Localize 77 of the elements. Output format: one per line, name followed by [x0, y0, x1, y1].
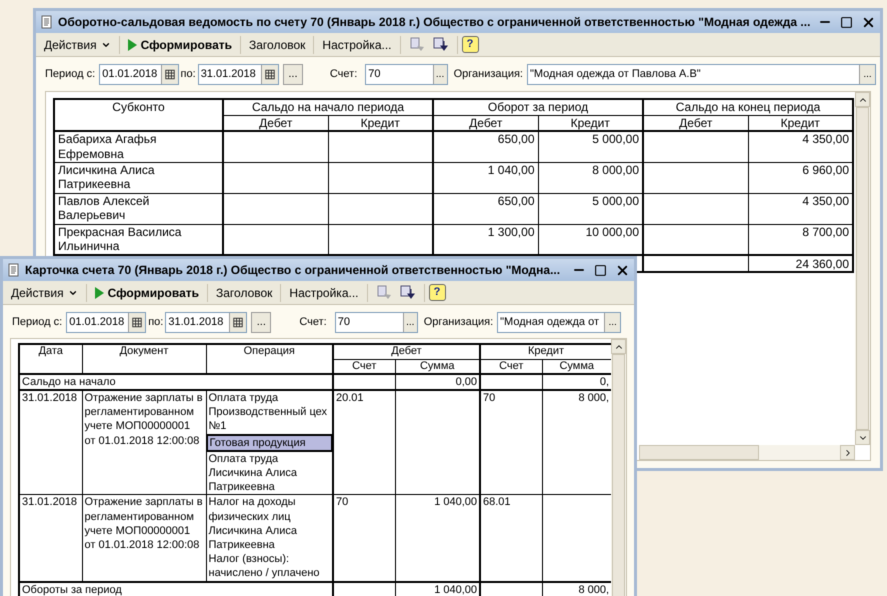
table-cell: 4 350,00: [748, 193, 854, 224]
date-from-field[interactable]: 01.01.2018: [66, 312, 146, 333]
table-cell: 650,00: [433, 131, 538, 162]
maximize-icon[interactable]: [594, 264, 607, 276]
table-cell: Бабариха Агафья Ефремовна: [54, 131, 223, 162]
copy-icon[interactable]: [408, 36, 424, 52]
actions-menu-button[interactable]: Действия: [7, 282, 82, 302]
calendar-icon[interactable]: [229, 313, 246, 332]
column-group-header: Дебет: [333, 344, 480, 359]
to-label: по:: [148, 315, 164, 330]
table-cell: 650,00: [433, 193, 538, 224]
header-button[interactable]: Заголовок: [245, 34, 310, 54]
document-icon: [40, 15, 54, 29]
table-cell: 6 960,00: [748, 162, 854, 193]
table-cell: 8 000,00: [538, 162, 644, 193]
calendar-icon[interactable]: [128, 313, 146, 332]
date-value: 01.01.2018: [101, 67, 158, 82]
period-label: Период с:: [12, 315, 62, 330]
account-label: Счет:: [330, 67, 358, 82]
table-cell: 1 040,00: [433, 162, 538, 193]
header-button[interactable]: Заголовок: [212, 282, 276, 302]
table-cell: Павлов Алексей Валерьевич: [54, 193, 223, 224]
period-label: Период с:: [45, 67, 96, 82]
organization-label: Организация:: [454, 67, 523, 82]
table-cell: 31.01.2018: [19, 390, 82, 495]
calendar-icon[interactable]: [261, 65, 278, 84]
maximize-icon[interactable]: [840, 16, 853, 28]
paste-icon[interactable]: [400, 284, 416, 300]
table-cell: 5 000,00: [538, 193, 644, 224]
operation-line[interactable]: Лисичкина Алиса Патрикеевна: [206, 524, 332, 552]
date-to-field[interactable]: 31.01.2018: [198, 64, 280, 85]
operation-line[interactable]: Лисичкина Алиса Патрикеевна: [206, 466, 332, 494]
operation-line[interactable]: Налог на доходы физических лиц: [206, 495, 332, 524]
organization-label: Организация:: [424, 315, 494, 330]
actions-menu-button[interactable]: Действия: [40, 34, 115, 54]
paste-icon[interactable]: [432, 36, 448, 52]
settings-button[interactable]: Настройка...: [285, 282, 362, 302]
window-title: Оборотно-сальдовая ведомость по счету 70 (Январь 2018 г.) Общество с ограниченной ответственностью "Модная одежда ...: [58, 14, 812, 31]
table-cell: 4 350,00: [748, 131, 854, 162]
date-value: 31.01.2018: [200, 67, 257, 82]
help-button[interactable]: ?: [462, 36, 478, 53]
table-cell: Лисичкина Алиса Патрикеевна: [54, 162, 223, 193]
scrollbar-thumb[interactable]: [612, 354, 625, 596]
play-icon: [94, 286, 104, 298]
account-label: Счет:: [299, 315, 327, 330]
date-value: 01.01.2018: [68, 315, 126, 330]
generate-button[interactable]: Сформировать: [124, 34, 236, 54]
table-cell: 20.01: [333, 390, 395, 495]
document-icon: [7, 263, 21, 277]
date-to-field[interactable]: 31.01.2018: [165, 312, 248, 333]
horizontal-scrollbar[interactable]: [639, 445, 855, 460]
table-cell: 70: [480, 390, 542, 495]
period-select-button[interactable]: ...: [283, 64, 303, 85]
date-value: 31.01.2018: [167, 315, 224, 330]
column-group-header: Оборот за период: [433, 99, 644, 115]
play-icon: [128, 38, 137, 50]
scrollbar-thumb[interactable]: [856, 107, 869, 430]
generate-button[interactable]: Сформировать: [90, 282, 203, 302]
vertical-scrollbar[interactable]: [855, 92, 870, 430]
vertical-scrollbar[interactable]: [611, 339, 626, 596]
calendar-icon[interactable]: [160, 65, 178, 84]
table-cell: Отражение зарплаты в регламентированном учете МОП00000001 от 01.01.2018 12:00:08: [82, 390, 206, 495]
operation-line[interactable]: Налог (взносы): начислено / уплачено: [206, 552, 332, 581]
column-group-header: Сальдо на начало периода: [223, 99, 433, 115]
to-label: по:: [180, 67, 196, 82]
copy-icon[interactable]: [376, 284, 392, 300]
operation-line[interactable]: Производственный цех №1: [206, 405, 332, 434]
table-cell: 5 000,00: [538, 131, 644, 162]
column-group-header: Сальдо на конец периода: [643, 99, 854, 115]
table-cell: Отражение зарплаты в регламентированном учете МОП00000001 от 01.01.2018 12:00:08: [82, 494, 206, 582]
period-select-button[interactable]: ...: [251, 312, 272, 333]
help-button[interactable]: ?: [428, 284, 446, 301]
date-from-field[interactable]: 01.01.2018: [99, 64, 179, 85]
settings-button[interactable]: Настройка...: [318, 34, 396, 54]
operation-line[interactable]: Оплата труда: [206, 391, 332, 406]
operation-line[interactable]: Оплата труда: [206, 452, 332, 466]
window-title: Карточка счета 70 (Январь 2018 г.) Общество с ограниченной ответственностью "Модна...: [25, 262, 562, 279]
